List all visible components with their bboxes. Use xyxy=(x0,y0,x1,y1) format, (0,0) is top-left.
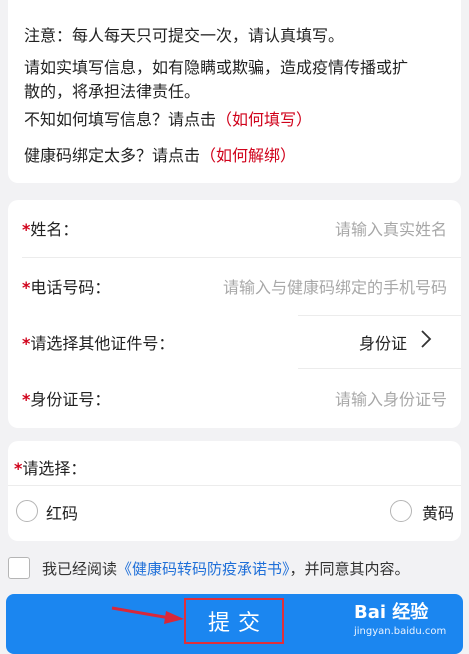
id-type-label-text: 请选择其他证件号： xyxy=(30,334,175,353)
agreement-row: 我已经阅读《健康码转码防疫承诺书》，并同意其内容。 xyxy=(0,552,469,582)
notice-line-4: 健康码绑定太多？请点击（如何解绑） xyxy=(24,144,296,168)
id-number-label-text: 身份证号： xyxy=(30,390,111,409)
annotation-arrow-icon xyxy=(111,606,184,624)
submit-button[interactable]: 提交 xyxy=(184,598,284,644)
choice-label: *请选择： xyxy=(14,455,86,479)
yellow-code-radio[interactable] xyxy=(390,500,412,522)
id-type-label: *请选择其他证件号： xyxy=(22,330,174,354)
agreement-suffix: ，并同意其内容。 xyxy=(289,560,410,578)
id-type-select[interactable]: *请选择其他证件号： 身份证 xyxy=(22,314,447,370)
phone-input[interactable]: 请输入与健康码绑定的手机号码 xyxy=(223,274,447,298)
name-field[interactable]: *姓名： 请输入真实姓名 xyxy=(22,200,447,256)
name-label-text: 姓名： xyxy=(30,220,79,239)
phone-label: *电话号码： xyxy=(22,274,110,298)
watermark-brand: Bai 经验 xyxy=(354,602,429,623)
name-input[interactable]: 请输入真实姓名 xyxy=(335,216,447,240)
chevron-right-icon[interactable] xyxy=(415,328,437,350)
notice-card: 注意：每人每天只可提交一次，请认真填写。 请如实填写信息，如有隐瞒或欺骗，造成疫… xyxy=(8,0,461,183)
yellow-code-label[interactable]: 黄码 xyxy=(422,500,454,524)
id-number-field[interactable]: *身份证号： 请输入身份证号 xyxy=(22,370,447,426)
red-code-radio[interactable] xyxy=(16,500,38,522)
id-type-value[interactable]: 身份证 xyxy=(359,330,407,354)
notice-line-2b: 散的，将承担法律责任。 xyxy=(24,82,201,101)
notice-line-1: 注意：每人每天只可提交一次，请认真填写。 xyxy=(24,26,345,45)
id-number-label: *身份证号： xyxy=(22,386,110,410)
id-number-input[interactable]: 请输入身份证号 xyxy=(335,386,447,410)
baidu-jingyan-watermark: Bai 经验 jingyan.baidu.com xyxy=(346,598,464,646)
how-to-fill-link[interactable]: （如何填写） xyxy=(216,110,312,129)
choice-label-text: 请选择： xyxy=(22,459,87,478)
info-form: *姓名： 请输入真实姓名 *电话号码： 请输入与健康码绑定的手机号码 *请选择其… xyxy=(8,200,461,428)
phone-field[interactable]: *电话号码： 请输入与健康码绑定的手机号码 xyxy=(22,258,447,314)
how-to-unbind-prompt: 健康码绑定太多？请点击 xyxy=(24,146,201,165)
agree-checkbox[interactable] xyxy=(8,557,30,579)
how-to-fill-prompt: 不知如何填写信息？请点击 xyxy=(24,110,217,129)
agreement-text: 我已经阅读《健康码转码防疫承诺书》，并同意其内容。 xyxy=(42,558,410,579)
phone-label-text: 电话号码： xyxy=(30,278,111,297)
pledge-link[interactable]: 《健康码转码防疫承诺书》 xyxy=(117,560,290,578)
red-code-label[interactable]: 红码 xyxy=(46,500,78,524)
divider xyxy=(298,368,461,369)
notice-line-3: 不知如何填写信息？请点击（如何填写） xyxy=(24,108,312,132)
name-label: *姓名： xyxy=(22,216,78,240)
notice-line-2a: 请如实填写信息，如有隐瞒或欺骗，造成疫情传播或扩 xyxy=(24,58,409,77)
divider xyxy=(8,485,461,486)
code-color-choice: *请选择： 红码 黄码 xyxy=(8,441,461,541)
how-to-unbind-link[interactable]: （如何解绑） xyxy=(200,146,296,165)
watermark-url: jingyan.baidu.com xyxy=(354,626,447,637)
agreement-prefix: 我已经阅读 xyxy=(42,560,118,578)
